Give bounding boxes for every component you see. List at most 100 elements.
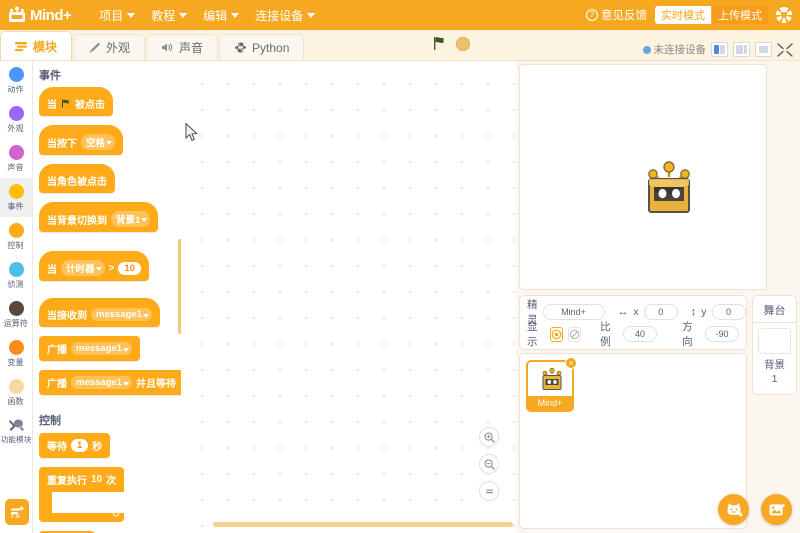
app-logo: Mind+ [6, 6, 72, 24]
menu-project[interactable]: 项目 [93, 4, 141, 27]
gear-icon[interactable] [776, 7, 792, 23]
block-wait-seconds[interactable]: 等待 1 秒 [39, 433, 111, 458]
sprite-size-label: 比例 [600, 321, 611, 348]
category-modules[interactable]: 功能模块 [0, 412, 32, 451]
add-extension-button[interactable]: 扩展 [5, 499, 29, 525]
category-sensing[interactable]: 侦测 [0, 256, 32, 295]
fullscreen-icon[interactable] [777, 42, 793, 57]
category-label: 声音 [7, 161, 25, 172]
tab-python[interactable]: Python [219, 34, 305, 60]
dropdown-sensor[interactable]: 计时器 [61, 260, 105, 276]
stage-selector-panel[interactable]: 舞台 背景 1 [752, 295, 797, 395]
block-text: 次 [106, 476, 117, 487]
sprite-card-mindplus[interactable]: × Mind+ [526, 357, 577, 412]
stage-column: 精灵 Mind+ ↔ x 0 ↕ y 0 显示 比例 40 方向 -90 舞台 … [516, 61, 800, 533]
sprite-info-row-1: 精灵 Mind+ ↔ x 0 ↕ y 0 [527, 299, 746, 326]
category-sound[interactable]: 声音 [0, 139, 32, 178]
menu-tutorial[interactable]: 教程 [145, 4, 193, 27]
category-events[interactable]: 事件 [0, 178, 32, 217]
tab-bar: 模块 外观 声音 Python 未连接设备 [0, 30, 800, 61]
sprite-y-label: y [701, 306, 707, 318]
dropdown-backdrop[interactable]: 背景1 [111, 211, 151, 227]
block-text: 当 [47, 100, 57, 111]
category-operators[interactable]: 运算符 [0, 295, 32, 334]
block-when-greater-than[interactable]: 当 计时器 > 10 [39, 251, 149, 281]
top-bar-right: ? 意见反馈 实时模式 上传模式 [586, 6, 800, 24]
block-when-sprite-clicked[interactable]: 当角色被点击 [39, 164, 115, 193]
tab-costumes[interactable]: 外观 [73, 34, 146, 60]
dropdown-key[interactable]: 空格 [81, 134, 116, 150]
block-text: 等待 [47, 442, 67, 453]
canvas-horizontal-scrollbar[interactable] [213, 522, 513, 527]
mode-switch[interactable]: 实时模式 上传模式 [655, 6, 768, 24]
menu-list: 项目 教程 编辑 连接设备 [93, 4, 321, 27]
block-broadcast-and-wait[interactable]: 广播 message1 并且等待 [39, 370, 181, 395]
menu-tutorial-label: 教程 [151, 8, 176, 23]
block-text: 当角色被点击 [47, 177, 107, 188]
sprite-y-input[interactable]: 0 [711, 304, 746, 320]
add-sprite-button[interactable] [718, 494, 749, 525]
category-functions[interactable]: 函数 [0, 373, 32, 412]
zoom-reset-icon[interactable] [479, 481, 499, 501]
category-looks[interactable]: 外观 [0, 100, 32, 139]
number-input[interactable]: 10 [91, 474, 102, 485]
add-backdrop-button[interactable] [761, 494, 792, 525]
category-control[interactable]: 控制 [0, 217, 32, 256]
block-repeat-times[interactable]: 重复执行 10 次 [39, 467, 125, 522]
layout-large-stage-icon[interactable] [755, 42, 772, 57]
tab-sounds[interactable]: 声音 [146, 34, 219, 60]
tab-bar-right-controls: 未连接设备 [642, 42, 800, 60]
category-label: 变量 [7, 356, 25, 367]
layout-small-stage-icon[interactable] [711, 42, 728, 57]
sprite-x-input[interactable]: 0 [643, 304, 678, 320]
block-when-flag-clicked[interactable]: 当 被点击 [39, 87, 113, 116]
dropdown-message[interactable]: message1 [71, 342, 132, 355]
feedback-button[interactable]: ? 意见反馈 [586, 7, 647, 23]
zoom-in-icon[interactable] [479, 427, 499, 447]
run-controls [432, 36, 470, 51]
tab-blocks[interactable]: 模块 [0, 31, 73, 60]
green-flag-icon[interactable] [432, 36, 447, 51]
layout-normal-stage-icon[interactable] [733, 42, 750, 57]
chevron-down-icon [179, 12, 188, 18]
x-axis-arrow-icon: ↔ [617, 306, 629, 318]
feedback-label: 意见反馈 [601, 10, 647, 22]
category-label: 动作 [7, 83, 25, 94]
upload-mode-button[interactable]: 上传模式 [711, 6, 768, 24]
sprite-hide-icon[interactable] [568, 326, 582, 342]
sprite-size-input[interactable]: 40 [623, 326, 658, 342]
block-when-backdrop-switches[interactable]: 当背景切换到 背景1 [39, 202, 159, 232]
category-color-dot [8, 105, 24, 121]
sprite-show-icon[interactable] [549, 326, 564, 342]
block-text: 被点击 [75, 100, 105, 111]
sprite-list-panel[interactable]: × Mind+ [519, 353, 747, 529]
sprite-name-input[interactable]: Mind+ [542, 304, 605, 320]
number-input[interactable]: 10 [118, 261, 141, 275]
menu-connect-device[interactable]: 连接设备 [249, 4, 321, 27]
block-broadcast[interactable]: 广播 message1 [39, 336, 140, 361]
block-palette[interactable]: 事件 当 被点击 当按下 空格 当角色被点击 当背景切换到 背景1 当 计时器 … [33, 61, 181, 533]
category-motion[interactable]: 动作 [0, 61, 32, 100]
category-color-dot [8, 222, 24, 238]
block-when-key-pressed[interactable]: 当按下 空格 [39, 125, 124, 155]
category-variables[interactable]: 变量 [0, 334, 32, 373]
number-input[interactable]: 1 [71, 439, 89, 452]
menu-edit[interactable]: 编辑 [197, 4, 245, 27]
block-when-broadcast-received[interactable]: 当接收到 message1 [39, 298, 160, 327]
sprite-mindplus-robot[interactable] [639, 161, 699, 217]
close-icon[interactable]: × [565, 357, 577, 369]
dropdown-message[interactable]: message1 [71, 376, 132, 389]
dropdown-message[interactable]: message1 [91, 308, 152, 321]
category-label: 控制 [7, 239, 25, 250]
chevron-down-icon [307, 12, 316, 18]
stage-thumbnail[interactable] [758, 328, 791, 354]
workspace-canvas[interactable] [181, 61, 516, 533]
chevron-down-icon [127, 12, 136, 18]
sprite-direction-input[interactable]: -90 [705, 326, 739, 342]
category-label: 侦测 [7, 278, 25, 289]
sprite-info-panel: 精灵 Mind+ ↔ x 0 ↕ y 0 显示 比例 40 方向 -90 [519, 295, 747, 350]
realtime-mode-button[interactable]: 实时模式 [655, 6, 711, 24]
zoom-out-icon[interactable] [479, 454, 499, 474]
stage-area[interactable] [519, 64, 767, 290]
stop-button-icon[interactable] [456, 36, 470, 51]
